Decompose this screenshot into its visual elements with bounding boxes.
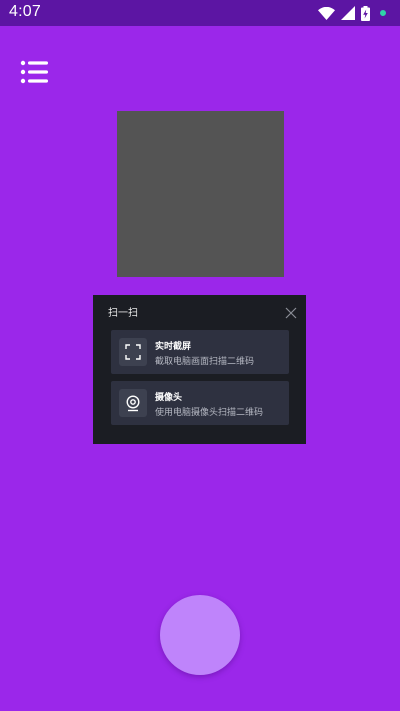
status-icons bbox=[318, 5, 386, 21]
menu-list-icon bbox=[20, 60, 48, 84]
battery-charging-icon bbox=[361, 5, 370, 21]
screen-scan-icon bbox=[119, 338, 147, 366]
scan-dialog: 扫一扫 实时截屏 截取电脑画面扫描二维码 摄像头 使用电脑摄像头扫描二维码 bbox=[93, 295, 306, 444]
option-webcam[interactable]: 摄像头 使用电脑摄像头扫描二维码 bbox=[111, 381, 289, 425]
capture-button[interactable] bbox=[160, 595, 240, 675]
close-button[interactable] bbox=[285, 304, 297, 319]
option-description: 使用电脑摄像头扫描二维码 bbox=[155, 408, 264, 418]
status-bar: 4:07 bbox=[0, 0, 400, 26]
notification-dot-icon bbox=[380, 10, 386, 16]
close-icon bbox=[285, 307, 297, 319]
status-time: 4:07 bbox=[9, 3, 41, 20]
option-description: 截取电脑画面扫描二维码 bbox=[155, 357, 255, 367]
signal-icon bbox=[341, 6, 355, 20]
qr-preview-area bbox=[117, 111, 284, 277]
option-title: 摄像头 bbox=[155, 393, 183, 403]
option-screen-capture[interactable]: 实时截屏 截取电脑画面扫描二维码 bbox=[111, 330, 289, 374]
dialog-title: 扫一扫 bbox=[108, 308, 138, 319]
wifi-icon bbox=[318, 6, 335, 20]
option-title: 实时截屏 bbox=[155, 342, 192, 352]
webcam-icon bbox=[119, 389, 147, 417]
menu-button[interactable] bbox=[20, 60, 48, 84]
